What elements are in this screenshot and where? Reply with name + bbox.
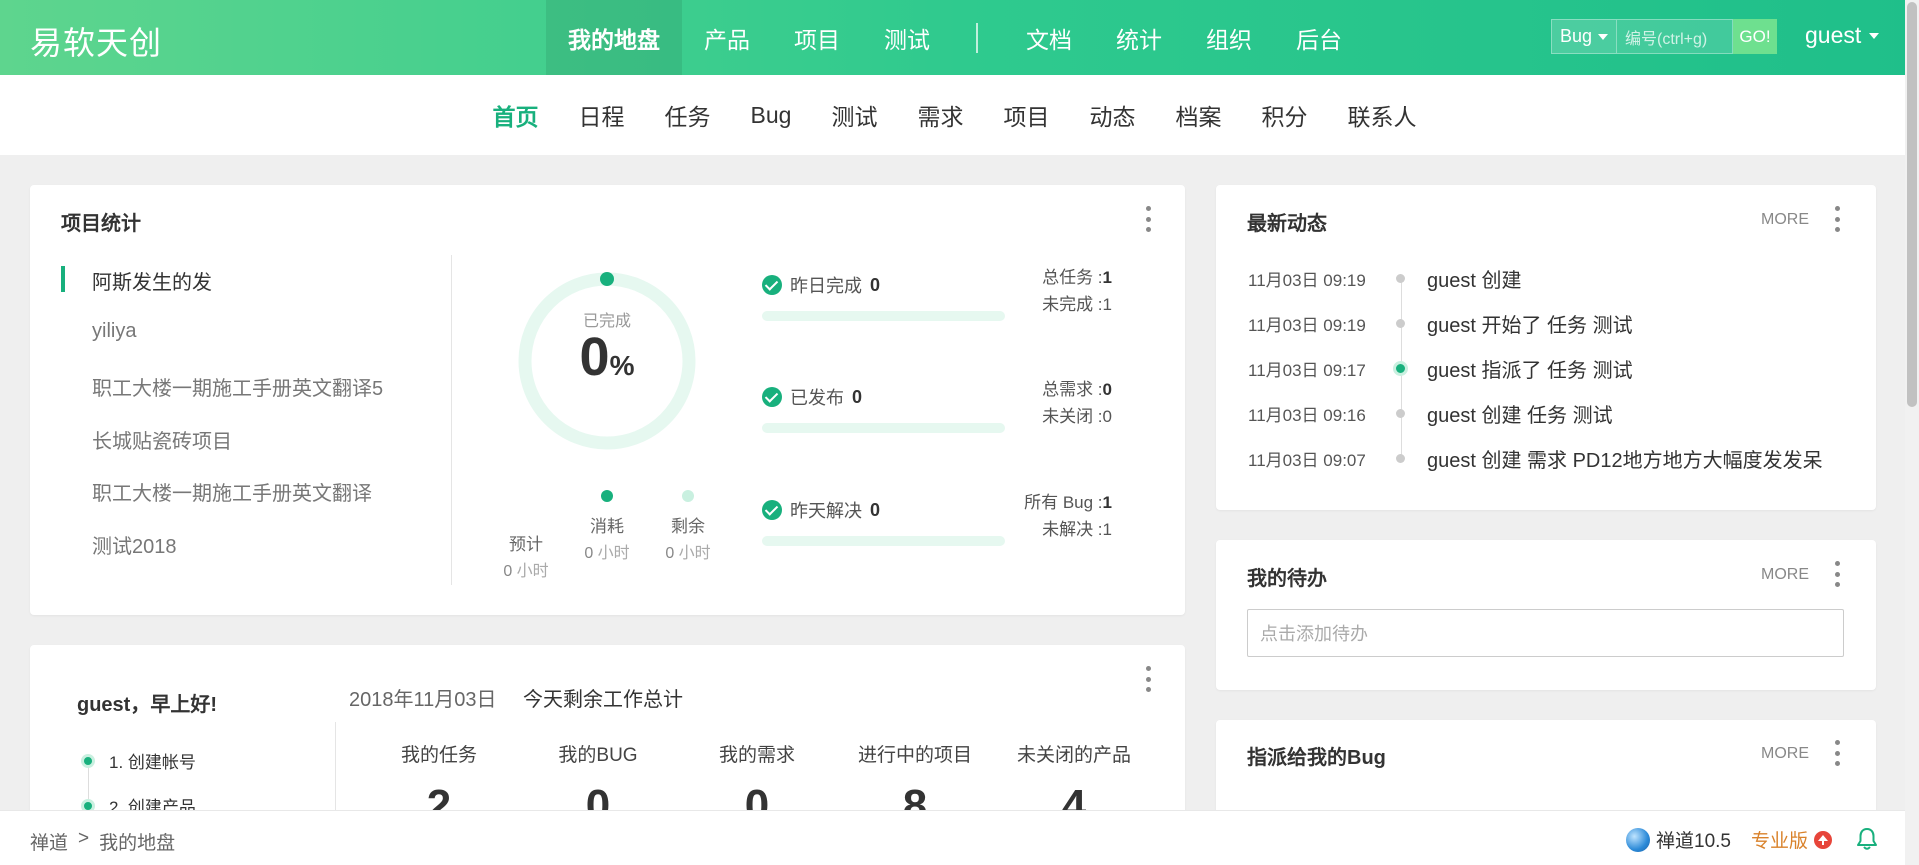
project-stats-title: 项目统计 (61, 213, 141, 235)
assigned-bugs-title: 指派给我的Bug (1247, 747, 1386, 769)
subnav-project[interactable]: 项目 (983, 98, 1069, 132)
welcome-date: 2018年11月03日 (349, 689, 497, 711)
version-link[interactable]: 禅道10.5 (1626, 826, 1731, 853)
pro-edition-link[interactable]: 专业版 (1751, 826, 1833, 853)
subnav-profile[interactable]: 档案 (1155, 98, 1241, 132)
nav-company[interactable]: 组织 (1184, 0, 1274, 75)
project-item[interactable]: 测试2018 (92, 530, 177, 559)
remaining-metric: 剩余 0 小时 (658, 490, 718, 563)
subnav-story[interactable]: 需求 (897, 98, 983, 132)
more-options-icon[interactable] (1144, 206, 1152, 232)
assigned-bugs-panel (1216, 720, 1876, 820)
progress-bar (762, 423, 1005, 433)
more-link[interactable]: MORE (1761, 211, 1809, 229)
top-header: 易软天创 我的地盘 产品 项目 测试 文档 统计 组织 后台 Bug 编号(ct… (0, 0, 1919, 75)
summary-title: 今天剩余工作总计 (523, 689, 683, 711)
search-input[interactable]: 编号(ctrl+g) (1617, 19, 1733, 54)
search-go-button[interactable]: GO! (1733, 19, 1777, 54)
more-options-icon[interactable] (1833, 561, 1841, 587)
page-scrollbar[interactable] (1905, 0, 1919, 865)
upgrade-icon (1814, 830, 1833, 849)
breadcrumb: 禅道 > 我的地盘 (30, 828, 175, 855)
check-circle-icon (762, 387, 782, 407)
nav-report[interactable]: 统计 (1094, 0, 1184, 75)
dynamic-item[interactable]: 11月03日 09:16 guest 创建 任务 测试 (1248, 399, 1613, 428)
more-link[interactable]: MORE (1761, 745, 1809, 763)
project-item[interactable]: 职工大楼一期施工手册英文翻译 (92, 477, 372, 506)
progress-value: 0% (579, 327, 635, 387)
my-todo-title: 我的待办 (1247, 568, 1327, 590)
nav-product[interactable]: 产品 (682, 0, 772, 75)
user-menu[interactable]: guest (1805, 22, 1880, 49)
nav-doc[interactable]: 文档 (1004, 0, 1094, 75)
latest-dynamics-title: 最新动态 (1247, 213, 1327, 235)
nav-test[interactable]: 测试 (862, 0, 952, 75)
sub-nav: 首页 日程 任务 Bug 测试 需求 项目 动态 档案 积分 联系人 (0, 75, 1919, 155)
more-options-icon[interactable] (1144, 666, 1152, 692)
dynamic-item[interactable]: 11月03日 09:17 guest 指派了 任务 测试 (1248, 354, 1633, 383)
active-project-marker (61, 266, 65, 292)
project-item[interactable]: 职工大楼一期施工手册英文翻译5 (92, 372, 383, 401)
main-nav: 我的地盘 产品 项目 测试 文档 统计 组织 后台 (546, 0, 1364, 75)
globe-icon (1626, 827, 1650, 852)
breadcrumb-separator: > (78, 828, 90, 849)
scrollbar-thumb[interactable] (1907, 2, 1917, 407)
quick-search: Bug 编号(ctrl+g) GO! (1551, 19, 1777, 54)
progress-bar (762, 536, 1005, 546)
breadcrumb-root[interactable]: 禅道 (30, 828, 68, 855)
project-item[interactable]: 阿斯发生的发 (92, 266, 212, 295)
chevron-down-icon (1869, 32, 1880, 39)
dynamic-item[interactable]: 11月03日 09:07 guest 创建 需求 PD12地方地方大幅度发发呆 (1248, 444, 1823, 473)
subnav-bug[interactable]: Bug (731, 102, 812, 129)
check-circle-icon (762, 500, 782, 520)
subnav-contacts[interactable]: 联系人 (1327, 98, 1436, 132)
search-type-label: Bug (1559, 26, 1593, 46)
subnav-home[interactable]: 首页 (473, 98, 559, 132)
breadcrumb-current[interactable]: 我的地盘 (99, 828, 175, 855)
divider (335, 722, 336, 822)
divider (451, 255, 452, 585)
nav-my-dashboard[interactable]: 我的地盘 (546, 0, 682, 75)
bell-icon[interactable] (1856, 827, 1878, 851)
more-options-icon[interactable] (1833, 740, 1841, 766)
progress-ring-marker (600, 272, 614, 286)
status-bar: 禅道 > 我的地盘 禅道10.5 专业版 (0, 810, 1919, 865)
project-item[interactable]: 长城贴瓷砖项目 (92, 425, 232, 454)
nav-divider (976, 22, 978, 53)
stat-row-stories: 已发布 0 总需求 :0 未关闭 :0 (762, 380, 1112, 464)
estimate-metric: 预计 0 小时 (503, 535, 549, 580)
nav-project[interactable]: 项目 (772, 0, 862, 75)
dynamic-item[interactable]: 11月03日 09:19 guest 开始了 任务 测试 (1248, 309, 1633, 338)
guide-step[interactable]: 1. 创建帐号 (81, 748, 196, 773)
more-options-icon[interactable] (1833, 206, 1841, 232)
brand-logo[interactable]: 易软天创 (30, 18, 162, 64)
stat-row-bugs: 昨天解决 0 所有 Bug :1 未解决 :1 (762, 493, 1112, 577)
stat-row-tasks: 昨日完成 0 总任务 :1 未完成 :1 (762, 268, 1112, 352)
consumed-metric: 消耗 0 小时 (577, 490, 637, 563)
subnav-task[interactable]: 任务 (645, 98, 731, 132)
check-circle-icon (762, 275, 782, 295)
dynamic-item[interactable]: 11月03日 09:19 guest 创建 (1248, 264, 1521, 293)
subnav-dynamic[interactable]: 动态 (1069, 98, 1155, 132)
subnav-test[interactable]: 测试 (811, 98, 897, 132)
nav-admin[interactable]: 后台 (1274, 0, 1364, 75)
welcome-greeting: guest，早上好! (77, 694, 217, 716)
subnav-calendar[interactable]: 日程 (559, 98, 645, 132)
search-type-select[interactable]: Bug (1551, 19, 1617, 54)
progress-bar (762, 311, 1005, 321)
project-item[interactable]: yiliya (92, 320, 136, 343)
chevron-down-icon (1598, 33, 1609, 40)
user-name: guest (1805, 22, 1862, 48)
subnav-score[interactable]: 积分 (1241, 98, 1327, 132)
todo-input[interactable]: 点击添加待办 (1247, 609, 1844, 657)
more-link[interactable]: MORE (1761, 566, 1809, 584)
